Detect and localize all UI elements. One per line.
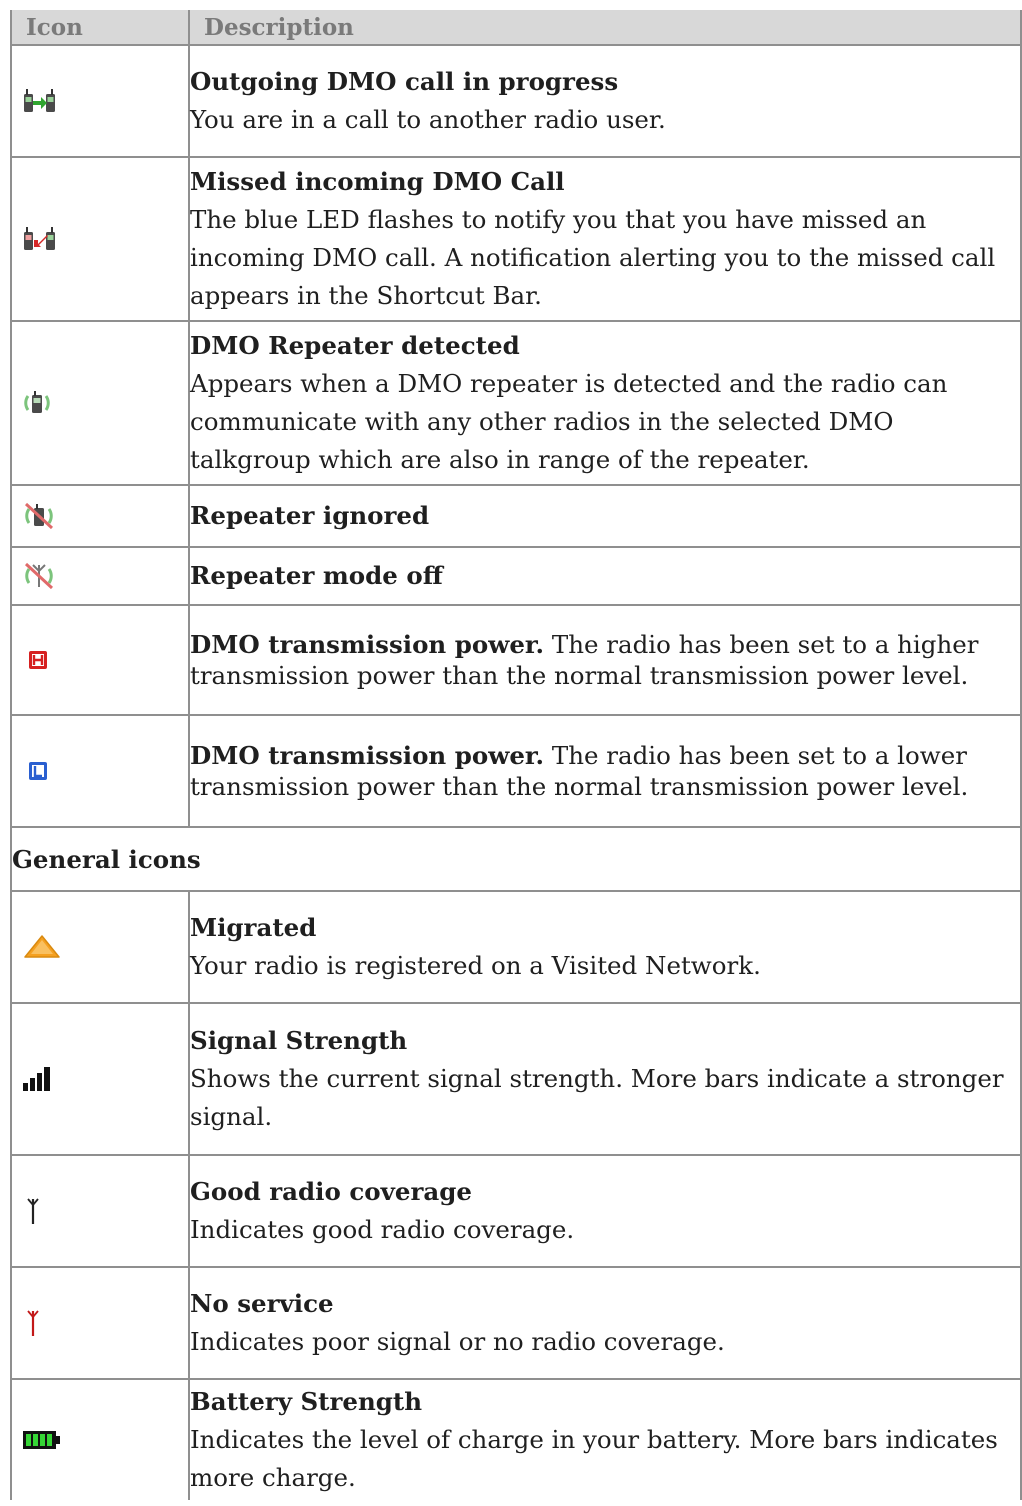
row-text: Appears when a DMO repeater is detected … (190, 369, 948, 474)
table-row: DMO transmission power. The radio has be… (10, 604, 1022, 716)
row-text: Indicates the level of charge in your ba… (190, 1425, 998, 1492)
section-title: General icons (10, 826, 1022, 892)
row-text: You are in a call to another radio user. (190, 105, 666, 134)
table-row: Migrated Your radio is registered on a V… (10, 890, 1022, 1004)
missed-dmo-call-icon (24, 227, 55, 250)
high-power-icon (29, 651, 47, 669)
repeater-mode-off-icon (24, 562, 54, 590)
row-title: Good radio coverage (190, 1177, 472, 1206)
row-text: Indicates poor signal or no radio covera… (190, 1327, 725, 1356)
description-column-header: Description (188, 10, 1022, 46)
table-row: Battery Strength Indicates the level of … (10, 1378, 1022, 1500)
dmo-repeater-detected-icon (24, 391, 50, 413)
row-text: The blue LED flashes to notify you that … (190, 205, 996, 310)
row-title: Signal Strength (190, 1026, 408, 1055)
table-row: Signal Strength Shows the current signal… (10, 1002, 1022, 1156)
row-title: Repeater ignored (190, 501, 430, 530)
table-row: Good radio coverage Indicates good radio… (10, 1154, 1022, 1268)
signal-strength-icon (23, 1067, 50, 1091)
row-text: Indicates good radio coverage. (190, 1215, 575, 1244)
icon-column-header: Icon (10, 10, 190, 46)
good-coverage-antenna-icon (27, 1198, 39, 1224)
row-title: DMO transmission power. (190, 630, 545, 659)
table-row: No service Indicates poor signal or no r… (10, 1266, 1022, 1380)
outgoing-dmo-call-icon (24, 89, 55, 112)
table-row: Repeater ignored (10, 484, 1022, 548)
row-title: Outgoing DMO call in progress (190, 67, 619, 96)
section-row: General icons (10, 826, 1022, 892)
icon-description-table: Icon Description Outgoing DMO call in pr… (10, 10, 1022, 1500)
row-title: No service (190, 1289, 334, 1318)
row-title: Migrated (190, 913, 317, 942)
row-title: DMO Repeater detected (190, 331, 520, 360)
row-title: Battery Strength (190, 1387, 423, 1416)
table-row: DMO Repeater detected Appears when a DMO… (10, 320, 1022, 486)
row-text: Your radio is registered on a Visited Ne… (190, 951, 761, 980)
table-row: DMO transmission power. The radio has be… (10, 714, 1022, 828)
low-power-icon (29, 762, 47, 780)
table-row: Missed incoming DMO Call The blue LED fl… (10, 156, 1022, 322)
row-title: Missed incoming DMO Call (190, 167, 565, 196)
row-text: Shows the current signal strength. More … (190, 1064, 1004, 1131)
row-title: Repeater mode off (190, 561, 443, 590)
repeater-ignored-icon (24, 502, 54, 530)
table-row: Repeater mode off (10, 546, 1022, 606)
no-service-antenna-icon (27, 1310, 39, 1336)
row-title: DMO transmission power. (190, 741, 545, 770)
migrated-icon (24, 935, 60, 958)
table-header-row: Icon Description (10, 10, 1022, 46)
battery-strength-icon (23, 1431, 60, 1449)
table-row: Outgoing DMO call in progress You are in… (10, 44, 1022, 158)
